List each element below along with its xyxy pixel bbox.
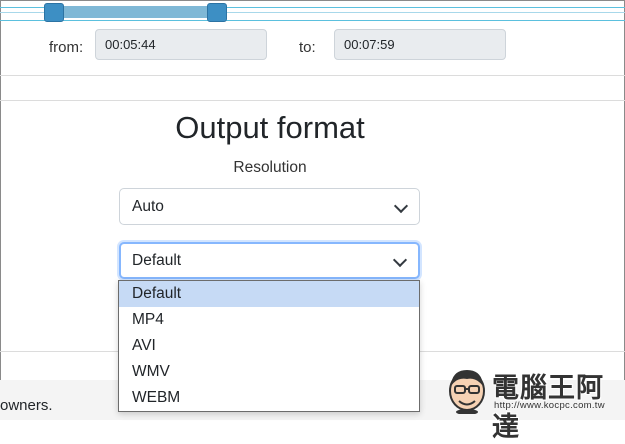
from-time-input[interactable]: 00:05:44 (95, 29, 267, 60)
range-end-handle[interactable] (207, 3, 227, 22)
watermark-url: http://www.kocpc.com.tw (494, 400, 605, 411)
to-time-input[interactable]: 00:07:59 (334, 29, 506, 60)
chevron-down-icon (392, 252, 408, 267)
format-select-value: Default (132, 252, 182, 269)
format-dropdown-list: Default MP4 AVI WMV WEBM (118, 280, 420, 412)
resolution-select[interactable]: Auto (119, 188, 420, 225)
from-label: from: (49, 39, 84, 56)
section-divider-top (0, 75, 625, 76)
format-option-wmv[interactable]: WMV (119, 359, 419, 385)
range-slider-track[interactable] (54, 6, 217, 18)
slider-guide-bottom (0, 20, 625, 21)
chevron-down-icon (393, 198, 409, 213)
resolution-select-value: Auto (132, 198, 164, 215)
mascot-face-icon (449, 370, 485, 414)
format-option-mp4[interactable]: MP4 (119, 307, 419, 333)
to-label: to: (299, 39, 316, 56)
resolution-label: Resolution (233, 159, 307, 176)
range-start-handle[interactable] (44, 3, 64, 22)
format-select[interactable]: Default (119, 242, 420, 279)
page-title: Output format (175, 110, 365, 145)
watermark: 電腦王阿達 http://www.kocpc.com.tw (444, 362, 622, 442)
format-option-default[interactable]: Default (119, 281, 419, 307)
format-option-avi[interactable]: AVI (119, 333, 419, 359)
footer-text: owners. (0, 397, 53, 414)
section-divider (0, 100, 625, 101)
format-option-webm[interactable]: WEBM (119, 385, 419, 411)
